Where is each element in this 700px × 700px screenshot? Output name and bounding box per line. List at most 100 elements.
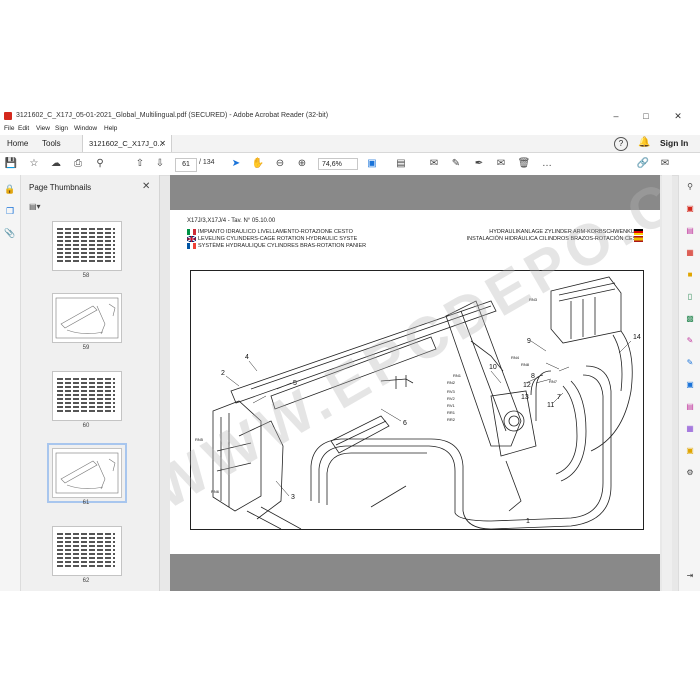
hose-label: RN4 (511, 355, 520, 360)
page-thumbnail[interactable] (52, 526, 122, 576)
notifications-icon[interactable]: 🔔 (638, 137, 650, 148)
menu-file[interactable]: File (4, 125, 14, 132)
stamp-icon[interactable]: ✉ (494, 157, 508, 171)
page-thumbnail-number: 59 (82, 345, 90, 351)
comment-tool-icon[interactable]: ■ (684, 269, 696, 281)
select-pointer-icon[interactable]: ➤ (229, 157, 243, 171)
comment-icon[interactable]: ✉ (427, 157, 441, 171)
tab-document[interactable]: 3121602_C_X17J_0... ✕ (82, 135, 172, 152)
page-thumbnail-number: 58 (82, 273, 90, 279)
close-button[interactable]: ✕ (666, 109, 690, 123)
scroll-mode-icon[interactable]: ▤ (394, 157, 408, 171)
minimize-button[interactable]: – (604, 109, 628, 123)
hose-label: RV2 (447, 396, 455, 401)
protect-icon[interactable]: ▣ (684, 379, 696, 391)
menu-bar: File Edit View Sign Window Help (0, 124, 700, 135)
menu-sign[interactable]: Sign (55, 125, 68, 132)
callout-number: 4 (245, 354, 249, 361)
fill-sign-tool-icon[interactable]: ✎ (684, 335, 696, 347)
france-flag-icon (187, 243, 196, 249)
title-italian: IMPIANTO IDRAULICO LIVELLAMENTO-ROTAZION… (198, 229, 353, 235)
menu-view[interactable]: View (36, 125, 50, 132)
window-title: 3121602_C_X17J_05-01-2021_Global_Multili… (16, 112, 329, 119)
stamp-tool-icon[interactable]: ▣ (684, 445, 696, 457)
tab-tools[interactable]: Tools (42, 135, 61, 152)
edit-pdf-icon[interactable]: ▤ (684, 225, 696, 237)
share-link-icon[interactable]: 🔗 (636, 157, 650, 171)
sign-in-button[interactable]: Sign In (660, 135, 688, 152)
thumbnail-options-icon[interactable]: ▤▾ (29, 202, 47, 212)
bookmark-star-icon[interactable]: ☆ (27, 157, 41, 171)
page-thumbnails-icon[interactable]: ❐ (4, 205, 16, 217)
email-share-icon[interactable]: ✉ (658, 157, 672, 171)
callout-number: 6 (403, 420, 407, 427)
page-thumbnail-number: 61 (82, 500, 90, 506)
callout-number: 14 (633, 334, 641, 341)
callout-number: 2 (221, 370, 225, 377)
tab-home[interactable]: Home (7, 135, 28, 152)
document-scrollbar[interactable] (662, 175, 672, 591)
close-tab-icon[interactable]: ✕ (159, 135, 166, 152)
hand-tool-icon[interactable]: ✋ (251, 157, 265, 171)
document-tab-label: 3121602_C_X17J_0... (89, 139, 164, 148)
delete-trash-icon[interactable]: 🗑 (517, 157, 531, 171)
hose-label: RN1 (453, 373, 462, 378)
help-icon[interactable]: ? (614, 137, 628, 151)
page-thumbnail[interactable] (52, 221, 122, 271)
zoom-in-icon[interactable]: ⊕ (295, 157, 309, 171)
thumbnails-panel: Page Thumbnails ✕ ▤▾ 58 59 60 61 62 (21, 175, 160, 591)
menu-help[interactable]: Help (104, 125, 117, 132)
hose-label: RR2 (447, 417, 456, 422)
italy-flag-icon (187, 229, 196, 235)
uk-flag-icon (187, 236, 196, 242)
hose-label: RN8 (521, 362, 530, 367)
page-thumbnail-number: 60 (82, 423, 90, 429)
acrobat-app-icon (4, 112, 12, 120)
attachment-icon[interactable]: 📎 (4, 227, 16, 239)
tab-bar: Home Tools 3121602_C_X17J_0... ✕ ? 🔔 (0, 135, 700, 153)
acrobat-window: 3121602_C_X17J_05-01-2021_Global_Multili… (0, 108, 700, 591)
page-model-code: X17J/3,X17J/4 - Tav. N° 05.10.00 (187, 218, 276, 224)
hose-label: RN7 (549, 379, 558, 384)
export-pdf-icon[interactable]: ▣ (684, 203, 696, 215)
compress-pdf-icon[interactable]: ▤ (684, 401, 696, 413)
upload-cloud-icon[interactable]: ☁ (49, 157, 63, 171)
page-thumbnail[interactable] (47, 443, 127, 503)
page-total: / 134 (199, 159, 215, 166)
left-nav-rail: 🔒 ❐ 📎 (0, 175, 21, 591)
lock-icon[interactable]: 🔒 (4, 183, 16, 195)
search-icon[interactable]: ⚲ (93, 157, 107, 171)
title-english: LEVELING CYLINDERS-CAGE ROTATION HYDRAUL… (198, 236, 358, 242)
page-down-icon[interactable]: ⇩ (153, 157, 167, 171)
callout-number: 9 (527, 338, 531, 345)
page-thumbnail[interactable] (52, 371, 122, 421)
print-production-icon[interactable]: ▦ (684, 423, 696, 435)
panel-close-icon[interactable]: ✕ (142, 181, 150, 192)
print-icon[interactable]: ⎙ (71, 157, 85, 171)
page-thumbnail[interactable] (52, 293, 122, 343)
organize-pages-icon[interactable]: ▩ (684, 313, 696, 325)
search-tool-icon[interactable]: ⚲ (684, 181, 696, 193)
collapse-rail-icon[interactable]: ⇥ (684, 570, 696, 582)
page-up-icon[interactable]: ⇧ (133, 157, 147, 171)
highlight-pen-icon[interactable]: ✎ (449, 157, 463, 171)
callout-number: 12 (523, 382, 531, 389)
zoom-level-select[interactable]: 74,6% (318, 158, 358, 170)
menu-window[interactable]: Window (74, 125, 97, 132)
fit-page-icon[interactable]: ▣ (365, 157, 379, 171)
page-number-input[interactable]: 61 (175, 158, 197, 172)
send-sign-icon[interactable]: ✎ (684, 357, 696, 369)
document-view[interactable]: X17J/3,X17J/4 - Tav. N° 05.10.00 IMPIANT… (170, 175, 660, 591)
maximize-button[interactable]: □ (634, 109, 658, 123)
combine-files-icon[interactable]: ▯ (684, 291, 696, 303)
create-pdf-icon[interactable]: ▦ (684, 247, 696, 259)
more-tools-icon[interactable]: … (540, 157, 554, 171)
save-icon[interactable]: 💾 (4, 157, 18, 171)
menu-edit[interactable]: Edit (18, 125, 29, 132)
zoom-out-icon[interactable]: ⊖ (273, 157, 287, 171)
fill-sign-icon[interactable]: ✒ (472, 157, 486, 171)
tools-settings-icon[interactable]: ⚙ (684, 467, 696, 479)
right-tools-rail: ⚲ ▣ ▤ ▦ ■ ▯ ▩ ✎ ✎ ▣ ▤ ▦ ▣ ⚙ ⇥ (678, 175, 700, 591)
callout-number: 10 (489, 364, 497, 371)
hose-label: RN2 (447, 380, 456, 385)
